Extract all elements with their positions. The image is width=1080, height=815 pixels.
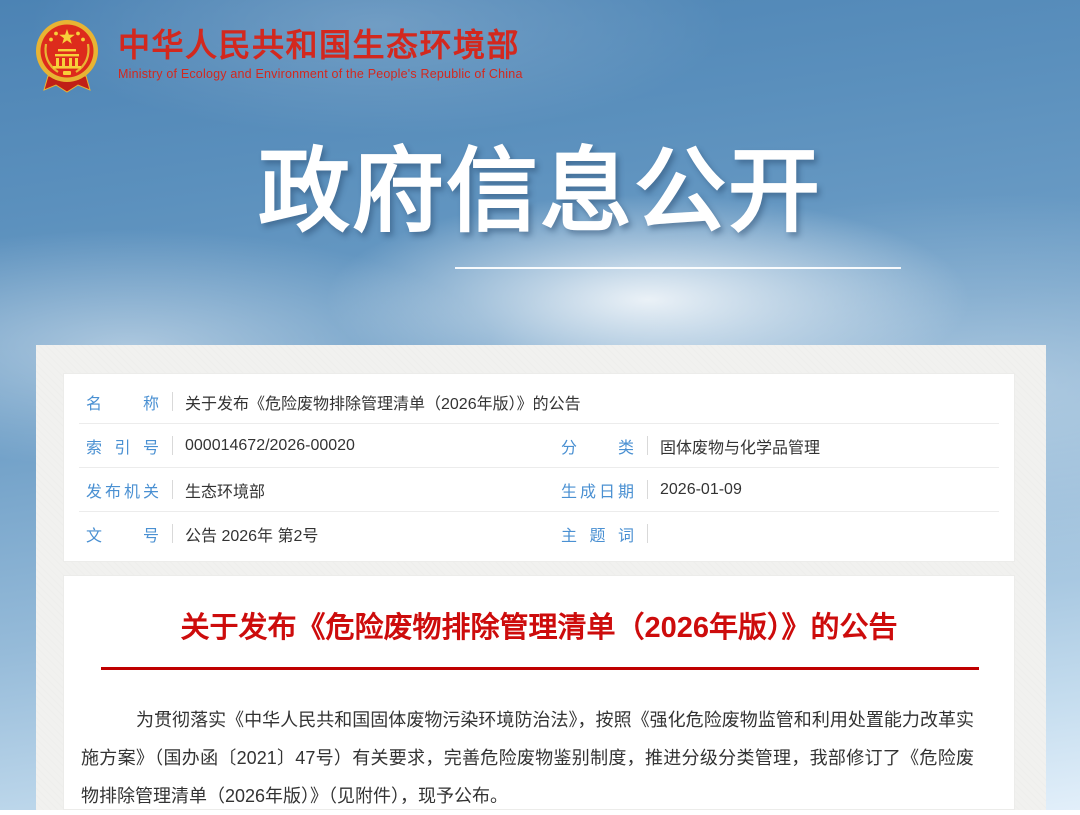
content-wrapper: 名称 关于发布《危险废物排除管理清单（2026年版）》的公告 索引号 00001… (36, 345, 1046, 810)
meta-value-index: 000014672/2026-00020 (185, 437, 355, 455)
meta-row-index-category: 索引号 000014672/2026-00020 分类 固体废物与化学品管理 (64, 424, 1014, 467)
document-meta-card: 名称 关于发布《危险废物排除管理清单（2026年版）》的公告 索引号 00001… (63, 373, 1015, 562)
title-underline-rule (101, 667, 979, 670)
article-title: 关于发布《危险废物排除管理清单（2026年版）》的公告 (84, 608, 994, 648)
label-divider (647, 436, 648, 455)
china-national-emblem-icon (34, 18, 100, 102)
meta-value-name: 关于发布《危险废物排除管理清单（2026年版）》的公告 (185, 390, 581, 414)
label-divider (172, 524, 173, 543)
meta-label-date: 生成日期 (561, 478, 634, 502)
page-title: 政府信息公开 (0, 140, 1080, 246)
meta-value-category: 固体废物与化学品管理 (660, 434, 820, 458)
meta-value-doc-no: 公告 2026年 第2号 (185, 522, 318, 546)
ministry-name-cn: 中华人民共和国生态环境部 (118, 29, 523, 61)
site-header-logo[interactable]: 中华人民共和国生态环境部 Ministry of Ecology and Env… (34, 18, 523, 102)
banner-underline (455, 267, 901, 269)
ministry-name-en: Ministry of Ecology and Environment of t… (118, 67, 523, 81)
meta-value-date: 2026-01-09 (660, 481, 742, 499)
meta-row-issuer-date: 发布机关 生态环境部 生成日期 2026-01-09 (64, 468, 1014, 511)
meta-value-issuer: 生态环境部 (185, 478, 265, 502)
meta-label-name: 名称 (86, 390, 159, 414)
meta-row-name: 名称 关于发布《危险废物排除管理清单（2026年版）》的公告 (64, 380, 1014, 423)
label-divider (172, 480, 173, 499)
meta-label-subject: 主题词 (561, 522, 634, 546)
meta-label-doc-no: 文号 (86, 522, 159, 546)
meta-label-index: 索引号 (86, 434, 159, 458)
meta-label-category: 分类 (561, 434, 634, 458)
label-divider (647, 480, 648, 499)
label-divider (172, 436, 173, 455)
meta-label-issuer: 发布机关 (86, 478, 159, 502)
article-body-paragraph: 为贯彻落实《中华人民共和国固体废物污染环境防治法》，按照《强化危险废物监管和利用… (64, 701, 1014, 815)
meta-row-docno-subject: 文号 公告 2026年 第2号 主题词 (64, 512, 1014, 555)
article-card: 关于发布《危险废物排除管理清单（2026年版）》的公告 为贯彻落实《中华人民共和… (63, 575, 1015, 810)
label-divider (647, 524, 648, 543)
ministry-title-block: 中华人民共和国生态环境部 Ministry of Ecology and Env… (118, 18, 523, 81)
label-divider (172, 392, 173, 411)
